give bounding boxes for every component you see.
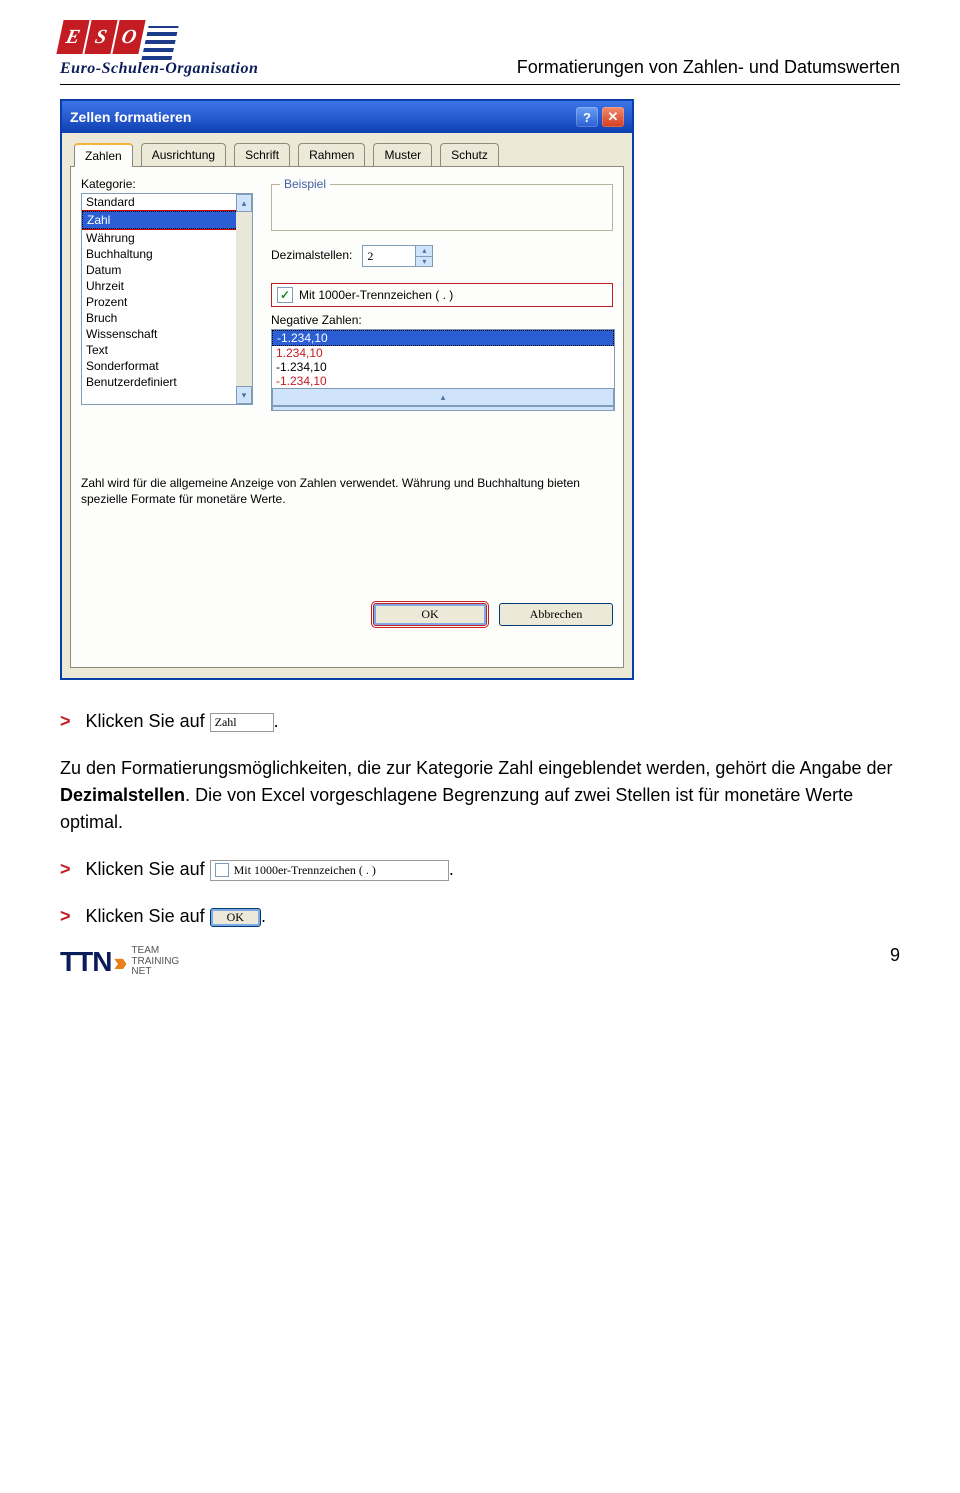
kategorie-label: Kategorie:	[81, 177, 253, 191]
tab-schutz[interactable]: Schutz	[440, 143, 499, 167]
page-number: 9	[890, 945, 900, 966]
scrollbar[interactable]: ▴ ▾	[236, 194, 252, 404]
scroll-up-icon[interactable]: ▴	[272, 388, 614, 406]
logo-stripes-icon	[141, 26, 178, 60]
instr-text: Klicken Sie auf	[86, 859, 205, 879]
spin-up-icon[interactable]: ▴	[416, 246, 432, 256]
list-item[interactable]: Sonderformat	[82, 358, 252, 374]
instr-text: .	[274, 711, 279, 731]
list-item[interactable]: Uhrzeit	[82, 278, 252, 294]
tab-schrift[interactable]: Schrift	[234, 143, 290, 167]
tab-zahlen[interactable]: Zahlen	[74, 143, 133, 167]
beispiel-legend: Beispiel	[280, 177, 330, 191]
ok-button[interactable]: OK	[373, 603, 487, 626]
inline-checkbox-image: Mit 1000er-Trennzeichen ( . )	[210, 860, 449, 881]
dialog-title: Zellen formatieren	[70, 109, 191, 125]
tabstrip: Zahlen Ausrichtung Schrift Rahmen Muster…	[70, 143, 624, 167]
instr-text: Klicken Sie auf	[86, 906, 205, 926]
bullet-icon: >	[60, 859, 71, 879]
format-description: Zahl wird für die allgemeine Anzeige von…	[81, 475, 613, 507]
negative-listbox[interactable]: -1.234,10 1.234,10 -1.234,10 -1.234,10 ▴…	[271, 329, 615, 411]
list-item[interactable]: Wissenschaft	[82, 326, 252, 342]
list-item[interactable]: Währung	[82, 229, 252, 246]
kategorie-listbox[interactable]: Standard Zahl Währung Buchhaltung Datum …	[81, 193, 253, 405]
brand-logo: E S O Euro-Schulen-Organisation	[60, 20, 258, 78]
ttn-mark-icon: TTN›››	[60, 946, 121, 978]
tab-rahmen[interactable]: Rahmen	[298, 143, 365, 167]
list-item[interactable]: Text	[82, 342, 252, 358]
dezimalstellen-stepper[interactable]: ▴ ▾	[362, 245, 433, 267]
instructions: > Klicken Sie auf Zahl. Zu den Formatier…	[60, 708, 900, 930]
spin-down-icon[interactable]: ▾	[416, 256, 432, 267]
document-title: Formatierungen von Zahlen- und Datumswer…	[517, 57, 900, 78]
bullet-icon: >	[60, 906, 71, 926]
list-item[interactable]: Benutzerdefiniert	[82, 374, 252, 390]
inline-zahl-image: Zahl	[210, 713, 274, 732]
help-icon[interactable]: ?	[576, 107, 598, 127]
brand-name: Euro-Schulen-Organisation	[60, 60, 258, 78]
dezimal-label: Dezimalstellen:	[271, 248, 352, 262]
scroll-down-icon[interactable]: ▾	[272, 406, 614, 411]
list-item[interactable]: Buchhaltung	[82, 246, 252, 262]
checkbox-icon	[215, 863, 229, 877]
thousands-separator-row[interactable]: ✓ Mit 1000er-Trennzeichen ( . )	[271, 283, 613, 307]
inline-checkbox-label: Mit 1000er-Trennzeichen ( . )	[234, 863, 376, 878]
list-item[interactable]: 1.234,10	[272, 346, 614, 360]
scroll-up-icon[interactable]: ▴	[236, 194, 252, 212]
beispiel-groupbox: Beispiel	[271, 177, 613, 231]
list-item[interactable]: Datum	[82, 262, 252, 278]
page-header: E S O Euro-Schulen-Organisation Formatie…	[60, 20, 900, 85]
negative-label: Negative Zahlen:	[271, 313, 613, 327]
footer-logo: TTN››› TEAM TRAINING NET	[60, 946, 179, 978]
instr-text: .	[261, 906, 266, 926]
scroll-down-icon[interactable]: ▾	[236, 386, 252, 404]
list-item[interactable]: Standard	[82, 194, 252, 211]
format-cells-dialog: Zellen formatieren ? ✕ Zahlen Ausrichtun…	[60, 99, 634, 680]
list-item[interactable]: -1.234,10	[272, 374, 614, 388]
close-icon[interactable]: ✕	[602, 107, 624, 127]
instr-text: Zu den Formatierungsmöglichkeiten, die z…	[60, 758, 893, 778]
instr-text: Klicken Sie auf	[86, 711, 205, 731]
cancel-button[interactable]: Abbrechen	[499, 603, 613, 626]
inline-ok-button-image: OK	[210, 908, 261, 927]
dezimal-input[interactable]	[363, 246, 415, 266]
thousands-separator-checkbox[interactable]: ✓	[277, 287, 293, 303]
dialog-titlebar[interactable]: Zellen formatieren ? ✕	[62, 101, 632, 133]
logo-letter: O	[112, 20, 145, 54]
list-item[interactable]: -1.234,10	[272, 360, 614, 374]
list-item[interactable]: -1.234,10	[272, 330, 614, 346]
scrollbar[interactable]: ▴ ▾	[272, 388, 614, 411]
ttn-text: TEAM TRAINING NET	[131, 946, 179, 978]
list-item[interactable]: Bruch	[82, 310, 252, 326]
list-item[interactable]: Prozent	[82, 294, 252, 310]
bullet-icon: >	[60, 711, 71, 731]
list-item[interactable]: Zahl	[82, 211, 252, 229]
instr-text: .	[449, 859, 454, 879]
tab-ausrichtung[interactable]: Ausrichtung	[141, 143, 226, 167]
tab-panel-zahlen: Kategorie: Standard Zahl Währung Buchhal…	[70, 166, 624, 668]
tab-muster[interactable]: Muster	[373, 143, 432, 167]
instr-bold: Dezimalstellen	[60, 785, 185, 805]
thousands-separator-label: Mit 1000er-Trennzeichen ( . )	[299, 288, 453, 302]
